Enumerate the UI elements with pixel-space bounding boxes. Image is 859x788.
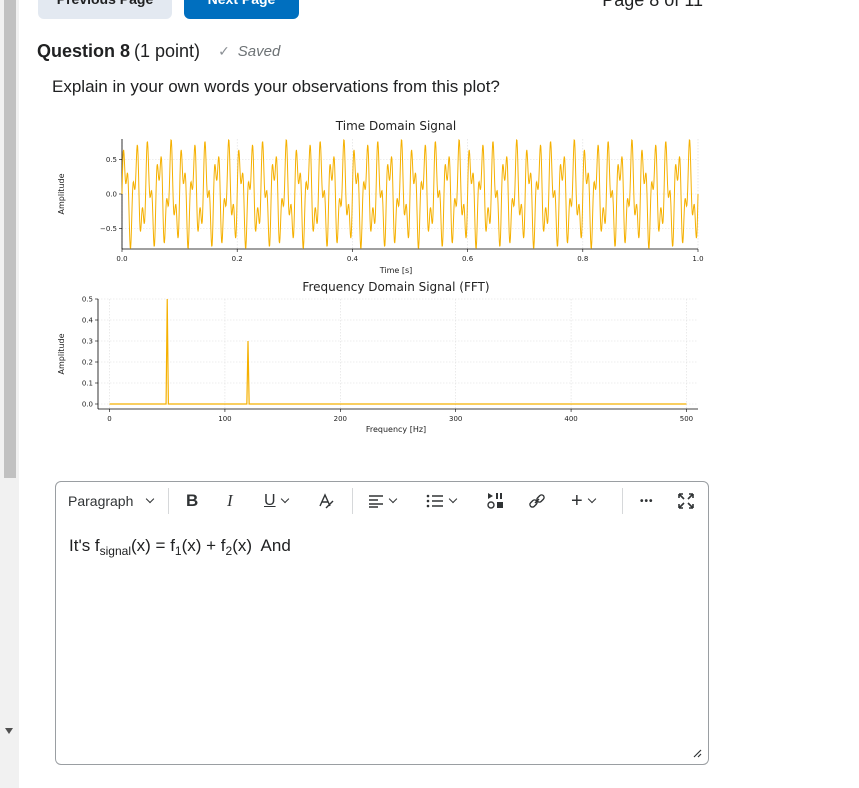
time-signal-series xyxy=(121,138,699,250)
x-tick-label: 0.8 xyxy=(577,255,588,263)
chevron-down-icon xyxy=(146,494,155,504)
editor-toolbar: Paragraph B I U + ••• xyxy=(56,482,708,520)
fft-chart-title: Frequency Domain Signal (FFT) xyxy=(302,280,489,294)
paragraph-style-label: Paragraph xyxy=(68,493,134,509)
page-scrollbar[interactable] xyxy=(0,0,19,788)
align-left-icon xyxy=(369,495,383,508)
chevron-down-icon xyxy=(448,494,458,504)
x-tick-label: 500 xyxy=(680,415,693,423)
x-tick-label: 200 xyxy=(334,415,347,423)
bold-button[interactable]: B xyxy=(186,490,198,512)
chevron-down-icon xyxy=(587,494,596,504)
checkmark-icon: ✓ xyxy=(218,43,230,59)
y-tick-label: −0.5 xyxy=(100,225,117,233)
plus-icon: + xyxy=(571,489,583,512)
time-chart-xlabel: Time [s] xyxy=(379,266,413,275)
y-tick-label: 0.5 xyxy=(106,156,117,164)
text-color-icon[interactable] xyxy=(316,490,336,512)
answer-text: It's f xyxy=(69,536,100,555)
fft-chart-grid xyxy=(98,298,698,409)
y-tick-label: 0.4 xyxy=(82,317,94,325)
y-tick-label: 0.1 xyxy=(82,380,93,388)
question-title: Question 8 xyxy=(37,41,131,61)
answer-subscript: signal xyxy=(99,544,131,558)
underline-button[interactable]: U xyxy=(264,490,289,512)
chevron-down-icon xyxy=(280,494,289,504)
question-prompt: Explain in your own words your observati… xyxy=(52,77,500,96)
x-tick-label: 0.2 xyxy=(232,255,243,263)
answer-text: (x) + f xyxy=(181,536,226,555)
scrollbar-thumb[interactable] xyxy=(4,0,16,478)
y-tick-label: 0.5 xyxy=(82,296,93,304)
align-button[interactable] xyxy=(368,490,398,512)
chevron-down-icon xyxy=(388,494,398,504)
toolbar-divider xyxy=(352,488,353,514)
x-tick-label: 0 xyxy=(107,415,111,423)
answer-text: (x) And xyxy=(232,536,291,555)
list-button[interactable] xyxy=(426,490,458,512)
fft-chart-xlabel: Frequency [Hz] xyxy=(366,425,426,434)
media-icon xyxy=(487,493,503,509)
x-tick-label: 0.6 xyxy=(462,255,474,263)
x-tick-label: 100 xyxy=(218,415,231,423)
fullscreen-icon xyxy=(678,493,694,509)
time-chart-ylabel: Amplitude xyxy=(57,173,66,214)
insert-media-button[interactable] xyxy=(486,490,506,512)
question-plot-image: Time Domain Signal 0.0 0.2 0.4 0.6 0.8 1.0 0.5… xyxy=(57,119,704,434)
scroll-down-arrow-icon[interactable] xyxy=(5,728,13,734)
answer-editor[interactable]: Paragraph B I U + ••• It's fsignal(x) = … xyxy=(55,481,709,765)
x-tick-label: 1.0 xyxy=(692,255,703,263)
saved-status: Saved xyxy=(237,43,281,60)
x-tick-label: 0.4 xyxy=(347,255,359,263)
answer-text: (x) = f xyxy=(131,536,175,555)
x-tick-label: 0.0 xyxy=(116,255,127,263)
y-tick-label: 0.3 xyxy=(82,338,93,346)
more-options-button[interactable]: ••• xyxy=(640,490,654,512)
y-tick-label: 0.0 xyxy=(106,191,117,199)
link-icon xyxy=(529,494,545,508)
bulleted-list-icon xyxy=(426,494,443,508)
toolbar-divider xyxy=(168,488,169,514)
x-tick-label: 300 xyxy=(449,415,462,423)
next-page-button[interactable]: Next Page xyxy=(184,0,299,19)
previous-page-button[interactable]: Previous Page xyxy=(38,0,172,19)
answer-subscript: 1 xyxy=(174,544,182,558)
y-tick-label: 0.2 xyxy=(82,359,93,367)
question-header: Question 8 (1 point) ✓ Saved xyxy=(37,41,280,62)
insert-button[interactable]: + xyxy=(571,489,596,512)
y-tick-label: 0.0 xyxy=(82,401,93,409)
italic-button[interactable]: I xyxy=(227,490,233,512)
insert-link-button[interactable] xyxy=(528,490,546,512)
editor-content[interactable]: It's fsignal(x) = f1(x) + f2(x) And xyxy=(69,536,291,558)
fft-series xyxy=(109,298,687,405)
toolbar-divider xyxy=(622,488,623,514)
fft-chart-ylabel: Amplitude xyxy=(57,333,66,374)
underline-label: U xyxy=(264,492,276,509)
time-chart-title: Time Domain Signal xyxy=(335,119,456,133)
fullscreen-button[interactable] xyxy=(678,490,694,512)
x-tick-label: 400 xyxy=(564,415,577,423)
paragraph-style-select[interactable]: Paragraph xyxy=(68,490,155,512)
resize-handle-icon[interactable] xyxy=(692,748,702,758)
page-indicator: Page 8 of 11 xyxy=(602,0,703,10)
question-points: (1 point) xyxy=(134,41,201,61)
